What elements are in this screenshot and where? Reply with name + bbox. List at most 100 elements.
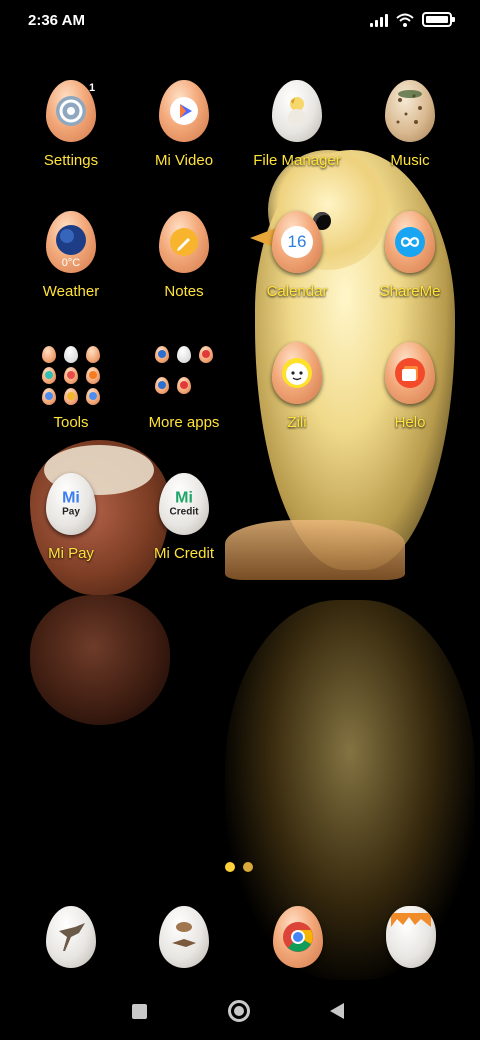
mini-app-icon: [86, 388, 100, 405]
mini-app-icon: [86, 367, 100, 384]
file-manager-egg: [272, 80, 322, 142]
app-label: ShareMe: [379, 283, 441, 300]
calendar-egg: 16: [272, 211, 322, 273]
app-label: Mi Credit: [153, 545, 214, 562]
status-bar: 2:36 AM: [0, 0, 480, 44]
pencil-icon: [169, 227, 199, 257]
mini-app-icon: [42, 346, 56, 363]
chick-feet: [225, 520, 405, 580]
dock-app-cracked-egg[interactable]: [383, 906, 439, 972]
face-icon: [281, 357, 313, 389]
app-helo[interactable]: Helo: [354, 342, 466, 452]
app-calendar[interactable]: 16 Calendar: [241, 211, 353, 321]
home-button[interactable]: [228, 1000, 250, 1022]
calendar-icon: 16: [281, 226, 313, 258]
app-label: Helo: [394, 414, 426, 431]
dock-egg: [46, 906, 96, 968]
app-music[interactable]: Music: [354, 80, 466, 190]
app-label: Mi Pay: [48, 545, 94, 562]
mi-credit-mark: Mi: [175, 489, 193, 507]
folder-label: More apps: [148, 414, 220, 431]
shell-reflection: [30, 595, 170, 725]
app-label: Notes: [164, 283, 204, 300]
battery-icon: [422, 12, 455, 27]
page-indicator: [225, 862, 257, 876]
app-mi-pay[interactable]: Mi Pay Mi Pay: [15, 473, 127, 583]
folder-label: Tools: [53, 414, 89, 431]
mi-credit-egg: Mi Credit: [159, 473, 209, 535]
more-apps-folder-grid: [128, 342, 240, 404]
planet-icon: [55, 224, 87, 256]
mi-video-egg: [159, 80, 209, 142]
app-mi-credit[interactable]: Mi Credit Mi Credit: [128, 473, 240, 583]
navigation-bar: [0, 990, 480, 1034]
speckled-egg-icon: [390, 86, 430, 136]
app-settings[interactable]: Settings: [15, 80, 127, 190]
notification-badge: 1: [89, 82, 96, 94]
battery-fill: [426, 16, 448, 23]
app-shareme[interactable]: ShareMe: [354, 211, 466, 321]
mi-credit-icon: Mi Credit: [169, 489, 199, 518]
back-button[interactable]: [330, 1003, 344, 1019]
app-mi-video[interactable]: Mi Video: [128, 80, 240, 190]
weather-temp: 0°C: [61, 257, 81, 269]
dock-app-bird[interactable]: [43, 906, 99, 972]
page-dot: [243, 862, 253, 872]
mini-app-icon: [155, 346, 169, 363]
mini-app-icon: [177, 377, 191, 394]
wifi-icon: [396, 13, 414, 27]
mini-app-icon: [64, 388, 78, 405]
mini-app-icon: [42, 367, 56, 384]
notes-egg: [159, 211, 209, 273]
infinity-icon: [394, 226, 426, 258]
gear-icon: [54, 94, 88, 128]
calendar-day: 16: [281, 226, 313, 258]
app-zili[interactable]: Zili: [241, 342, 353, 452]
mini-app-icon: [199, 346, 213, 363]
folder-tools[interactable]: Tools: [15, 342, 127, 452]
mini-app-icon: [42, 388, 56, 405]
zili-egg: [272, 342, 322, 404]
app-label: Music: [390, 152, 430, 169]
chick-figure-icon: [283, 94, 311, 128]
app-label: Weather: [42, 283, 100, 300]
mini-app-icon: [64, 346, 78, 363]
mini-app-icon: [155, 377, 169, 394]
app-file-manager[interactable]: File Manager: [241, 80, 353, 190]
helo-egg: [385, 342, 435, 404]
app-label: Settings: [43, 152, 99, 169]
status-icons: [370, 12, 455, 27]
app-notes[interactable]: Notes: [128, 211, 240, 321]
app-label: Mi Video: [154, 152, 214, 169]
mini-app-icon: [64, 367, 78, 384]
status-time: 2:36 AM: [28, 12, 85, 29]
mini-app-icon: [86, 346, 100, 363]
mi-pay-sub: Pay: [62, 506, 80, 518]
mi-pay-egg: Mi Pay: [46, 473, 96, 535]
page-dot-active: [225, 862, 235, 872]
dock-egg: [386, 906, 436, 968]
folder-more-apps[interactable]: More apps: [128, 342, 240, 452]
dock-app-bird-2[interactable]: [156, 906, 212, 972]
dock-app-chrome[interactable]: [270, 906, 326, 972]
empty-slot: [199, 377, 213, 394]
chrome-icon: [282, 921, 314, 953]
signal-icon: [370, 13, 388, 27]
mi-credit-sub: Credit: [169, 506, 199, 518]
shareme-egg: [385, 211, 435, 273]
bird-icon: [53, 917, 89, 957]
play-icon: [169, 96, 199, 126]
recent-apps-button[interactable]: [132, 1004, 147, 1019]
helo-icon: [394, 357, 426, 389]
cracked-egg-icon: [391, 912, 431, 937]
mi-pay-mark: Mi: [62, 489, 80, 507]
mi-pay-icon: Mi Pay: [62, 489, 80, 518]
dock-egg: [273, 906, 323, 968]
tools-folder-grid: [15, 342, 127, 405]
app-label: Calendar: [266, 283, 328, 300]
mini-app-icon: [177, 346, 191, 363]
app-weather[interactable]: 0°C Weather: [15, 211, 127, 321]
weather-egg: 0°C: [46, 211, 96, 273]
app-label: File Manager: [253, 152, 341, 169]
bird-icon: [166, 917, 202, 957]
